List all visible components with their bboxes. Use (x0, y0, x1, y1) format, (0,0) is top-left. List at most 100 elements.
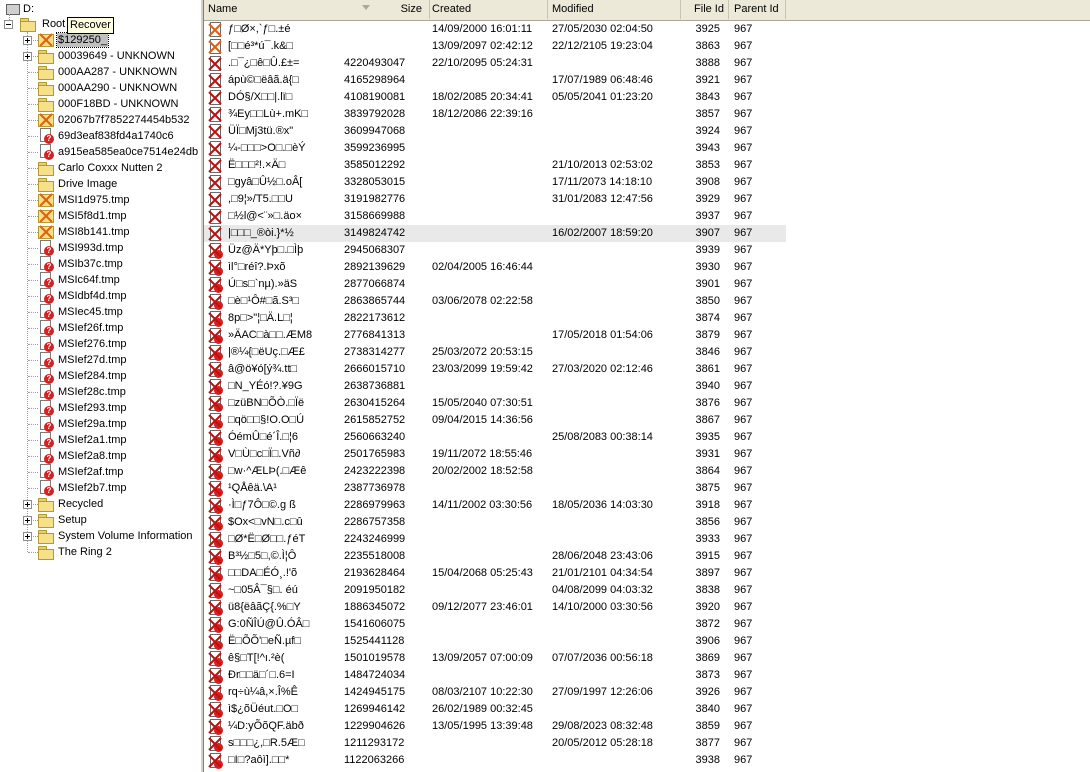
cell-created: 14/11/2002 03:30:56 (432, 499, 533, 511)
table-row[interactable]: Ë□ÕÕ'□eÑ.µf□ 1525441128 3906 967 (204, 633, 786, 650)
question-file-icon: ? (38, 352, 54, 368)
tree-item-label: System Volume Information (58, 530, 193, 542)
cell-file-id: 3906 (695, 635, 720, 647)
cell-file-id: 3939 (695, 244, 720, 256)
cell-parent-id: 967 (734, 669, 753, 681)
table-row[interactable]: G:0ÑÎÚ@Û.ÓÂ□ 1541606075 3872 967 (204, 616, 786, 633)
tree-expander-plus[interactable] (23, 36, 32, 45)
cell-size: 2863865744 (344, 295, 406, 307)
tree-item-label: MSIc64f.tmp (58, 274, 120, 286)
column-header-created[interactable]: Created (428, 0, 548, 19)
tree-expander-plus[interactable] (23, 500, 32, 509)
table-row[interactable]: $Ox<□vN□.c□û 2286757358 3856 967 (204, 514, 786, 531)
table-row[interactable]: □è□¹Ô#□ã.S³□ 2863865744 03/06/2078 02:22:5… (204, 293, 786, 310)
cell-file-id: 3857 (695, 108, 720, 120)
root-expander[interactable] (4, 20, 13, 29)
cell-created: 15/04/2068 05:25:43 (432, 567, 533, 579)
file-list[interactable]: Name Size Created Modified File Id Paren… (204, 0, 1090, 772)
table-row[interactable]: |□□□_®òi.}*½ 3149824742 16/02/2007 18:59:2… (204, 225, 786, 242)
cell-file-id: 3875 (695, 482, 720, 494)
tree-expander-plus[interactable] (23, 532, 32, 541)
table-row[interactable]: DÓ§/X□□|.lï□ 4108190081 18/02/2085 20:34:4… (204, 89, 786, 106)
tree-expander-plus[interactable] (23, 516, 32, 525)
table-row[interactable]: ápù©□ëâã.ä{□ 4165298964 17/07/1989 06:48:4… (204, 72, 786, 89)
question-file-icon (207, 753, 223, 769)
table-row[interactable]: □½l@<¨»□.äo× 3158669988 3937 967 (204, 208, 786, 225)
cell-modified: 20/05/2012 05:28:18 (552, 737, 653, 749)
red-x-mark (208, 40, 222, 54)
table-row[interactable]: Ë□□□²!.×Ä□ 3585012292 21/10/2013 02:53:02 3… (204, 157, 786, 174)
table-row[interactable]: B³½□5□,©.Ì¦Ô 2235518008 28/06/2048 23:43:0… (204, 548, 786, 565)
question-file-icon (207, 583, 223, 599)
folder-icon (38, 546, 54, 560)
column-header-parent-id[interactable]: Parent Id (730, 0, 786, 19)
red-x-mark (39, 193, 53, 207)
folder-tree[interactable]: D: Root $129250_ 00039649 - UNKNOWN 000AA2… (0, 0, 200, 772)
cell-created (432, 225, 548, 242)
table-row[interactable]: □N_YÉó!?.¥9G 2638736881 3940 967 (204, 378, 786, 395)
table-row[interactable]: ì$¿õÜéut.□O□ 1269946142 26/02/1989 00:32:4… (204, 701, 786, 718)
table-row[interactable]: ¾Ey□□Lù+.mK□ 3839792028 18/12/2086 22:39:1… (204, 106, 786, 123)
table-row[interactable]: ü8{ëâãÇ{.%□Y 1886345072 09/12/2077 23:46:0… (204, 599, 786, 616)
table-row[interactable]: s□□□¿,□R.5Æ□ 1211293172 20/05/2012 05:28:1… (204, 735, 786, 752)
column-header-modified[interactable]: Modified (548, 0, 681, 19)
column-header-file-id[interactable]: File Id (681, 0, 729, 19)
cell-size: 1525441128 (344, 635, 405, 647)
tree-expander-plus[interactable] (23, 52, 32, 61)
question-file-icon: ? (38, 416, 54, 432)
table-row[interactable]: ¼D:yÕõQF.äbð 1229904626 13/05/1995 13:39:4… (204, 718, 786, 735)
tree-item-label: 69d3eaf838fd4a1740c6 (58, 130, 174, 142)
table-row[interactable]: Ðr□□ä□´□.6=I 1484724034 3873 967 (204, 667, 786, 684)
table-row[interactable]: |®¼{□ëUç.□Æ£ 2738314277 25/03/2072 20:53:1… (204, 344, 786, 361)
cell-created (432, 752, 548, 769)
table-row[interactable]: □gyâ□Û½□.oÂ[3328053015 17/11/2073 14:18:1… (204, 174, 786, 191)
red-x-mark (208, 720, 222, 734)
table-row[interactable]: ¹QÅêä.\A¹ 2387736978 3875 967 (204, 480, 786, 497)
cell-file-id: 3846 (695, 346, 720, 358)
cell-parent-id: 967 (734, 516, 753, 528)
column-created-label: Created (432, 3, 472, 15)
table-row[interactable]: ÓémÛ□é´Î.□¦6 2560663240 25/08/2083 00:38:1… (204, 429, 786, 446)
cell-modified (552, 752, 680, 769)
table-row[interactable]: .□¯¿□ê□Û.£±= 4220493047 22/10/2095 05:24:3… (204, 55, 786, 72)
table-row[interactable]: □w·^ÆLÞ(.□Æê 2423222398 20/02/2002 18:52:5… (204, 463, 786, 480)
table-row[interactable]: Ú□s□`nµ).»äS 2877066874 3901 967 (204, 276, 786, 293)
cell-modified (552, 140, 680, 157)
table-row[interactable]: ·Ì□ƒ7Ô□©.g ß 2286979963 14/11/2002 03:30:5… (204, 497, 786, 514)
cell-size: 4165298964 (344, 74, 406, 86)
table-row[interactable]: rq÷ù¼â,×.Î%Ê 1424945175 08/03/2107 10:22:3… (204, 684, 786, 701)
table-row[interactable]: □□DA□ÉÓ¸.!'õ 2193628464 15/04/2068 05:25:4… (204, 565, 786, 582)
cell-parent-id: 967 (734, 601, 753, 613)
table-row[interactable]: â@ö¥ó[ý¾.tt□ 2666015710 23/03/2099 19:59:4… (204, 361, 786, 378)
question-file-icon (207, 719, 223, 735)
table-row[interactable]: V□Ù□c□Ï□.Vñ∂ 2501765983 19/11/2072 18:55:4… (204, 446, 786, 463)
red-x-mark (208, 516, 222, 530)
column-header-size[interactable]: Size (204, 0, 426, 19)
cell-size: 2560663240 (344, 431, 406, 443)
tree-item-label: The Ring 2 (58, 546, 112, 558)
cell-file-id: 3876 (695, 397, 720, 409)
table-row[interactable]: Üz@Ä*Yþ□.□Ìþ 2945068307 3939 967 (204, 242, 786, 259)
table-row[interactable]: □Ø*Ë□Ø□□.ƒéT 2243246999 3933 967 (204, 531, 786, 548)
table-row[interactable]: ~□05Â¯§□. éú 2091950182 04/08/2099 04:03:3… (204, 582, 786, 599)
table-row[interactable]: ¼-□□□>O□.□èÝ 3599236995 3943 967 (204, 140, 786, 157)
table-row[interactable]: 8p□>"¦□Ä.L□¦ 2822173612 3874 967 (204, 310, 786, 327)
table-row[interactable]: ÜÏ□Mj3tü.®x" 3609947068 3924 967 (204, 123, 786, 140)
cell-created (432, 140, 548, 157)
table-row[interactable]: »ÄAC□à□□.ÆM8 2776841313 17/05/2018 01:54:0… (204, 327, 786, 344)
cell-parent-id: 967 (734, 261, 753, 273)
table-row[interactable]: ìl°□réî?.Þxõ 2892139629 02/04/2005 16:46:4… (204, 259, 786, 276)
table-row[interactable]: □züBN□ÕÒ.□Ïë 2630415264 15/05/2040 07:30:5… (204, 395, 786, 412)
table-row[interactable]: ê§□T[!^ı.²è(1501019578 13/09/2057 07:00:0… (204, 650, 786, 667)
table-row[interactable]: [□□é³*ú¯.k&□ 13/09/2097 02:42:12 22/12/210… (204, 38, 786, 55)
red-x-mark (208, 754, 222, 768)
red-x-mark (208, 261, 222, 275)
question-file-icon (207, 311, 223, 327)
table-row[interactable]: ,□9¦»/T5.□□U 3191982776 31/01/2083 12:47:5… (204, 191, 786, 208)
cell-modified: 28/06/2048 23:43:06 (552, 550, 653, 562)
cell-file-id: 3907 (695, 227, 720, 239)
table-row[interactable]: ƒ□Ø×,`ƒ□.±é 14/09/2000 16:01:11 27/05/2030… (204, 21, 786, 38)
table-row[interactable]: □I□?aôì].□□* 1122063266 3938 967 (204, 752, 786, 769)
cell-modified: 21/01/2101 04:34:54 (552, 567, 653, 579)
table-row[interactable]: □qö□□§!O.O□Ú 2615852752 09/04/2015 14:36:5… (204, 412, 786, 429)
